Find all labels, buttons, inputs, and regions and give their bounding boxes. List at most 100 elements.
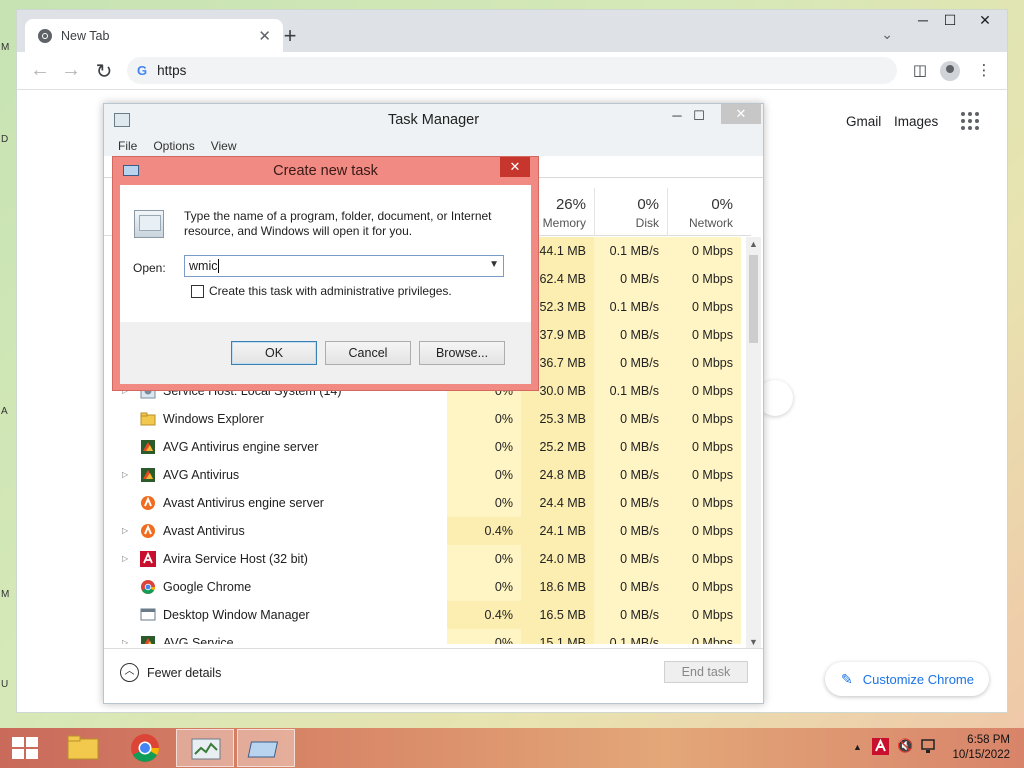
tab-search-icon[interactable]: ⌄ bbox=[881, 26, 893, 43]
chrome-toolbar: ← → ↻ G https ◫ ⋮ bbox=[17, 52, 1007, 90]
menu-icon[interactable]: ⋮ bbox=[973, 61, 995, 79]
volume-muted-icon[interactable]: 🔇 bbox=[897, 738, 913, 754]
side-panel-icon[interactable]: ◫ bbox=[909, 61, 931, 79]
minimize-button[interactable]: ─ bbox=[908, 12, 938, 28]
fewer-details-button[interactable]: ︿ Fewer details bbox=[120, 663, 221, 682]
back-icon[interactable]: ← bbox=[28, 59, 52, 82]
end-task-button[interactable]: End task bbox=[664, 661, 748, 683]
ok-button[interactable]: OK bbox=[231, 341, 317, 365]
taskbar-task-manager[interactable] bbox=[176, 729, 234, 767]
disk-cell: 0 MB/s bbox=[594, 433, 667, 461]
process-list-scrollbar[interactable]: ▲ ▼ bbox=[746, 237, 761, 649]
taskbar: ▲ 🔇 6:58 PM 10/15/2022 bbox=[0, 728, 1024, 768]
dialog-titlebar[interactable]: Create new task ✕ bbox=[113, 157, 538, 185]
open-combobox[interactable]: wmic ▼ bbox=[184, 255, 504, 277]
col-header-disk[interactable]: 0% Disk bbox=[594, 188, 667, 236]
process-name: Avast Antivirus engine server bbox=[163, 496, 324, 510]
cpu-cell: 0% bbox=[447, 405, 521, 433]
avira-tray-icon[interactable] bbox=[872, 738, 889, 755]
pencil-icon: ✎ bbox=[841, 670, 853, 687]
scroll-thumb[interactable] bbox=[749, 255, 758, 343]
gmail-link[interactable]: Gmail bbox=[846, 114, 881, 129]
images-link[interactable]: Images bbox=[894, 114, 938, 129]
disk-cell: 0 MB/s bbox=[594, 405, 667, 433]
table-row[interactable]: ▷ Avira Service Host (32 bit) 0% 24.0 MB 0 M… bbox=[104, 545, 746, 573]
table-row[interactable]: AVG Antivirus engine server 0% 25.2 MB 0 MB… bbox=[104, 433, 746, 461]
menu-options[interactable]: Options bbox=[153, 139, 194, 153]
open-input-value[interactable]: wmic bbox=[189, 259, 217, 273]
table-row[interactable]: Desktop Window Manager 0.4% 16.5 MB 0 MB/s 0… bbox=[104, 601, 746, 629]
network-cell: 0 Mbps bbox=[667, 265, 741, 293]
avg-process-icon bbox=[140, 439, 156, 455]
expand-arrow-icon[interactable]: ▷ bbox=[122, 554, 128, 563]
tab-title: New Tab bbox=[61, 28, 110, 43]
cpu-cell: 0.4% bbox=[447, 517, 521, 545]
expand-arrow-icon[interactable]: ▷ bbox=[122, 638, 128, 644]
admin-privileges-checkbox[interactable]: Create this task with administrative pri… bbox=[191, 284, 452, 298]
maximize-button[interactable]: ☐ bbox=[935, 12, 965, 29]
profile-avatar[interactable] bbox=[940, 61, 960, 81]
tm-close-button[interactable]: ✕ bbox=[721, 104, 761, 124]
network-cell: 0 Mbps bbox=[667, 601, 741, 629]
show-hidden-icons[interactable]: ▲ bbox=[853, 742, 862, 752]
apps-grid-icon[interactable] bbox=[961, 112, 979, 130]
chrome-tab-strip: New Tab ✕ + ⌄ ─ ☐ ✕ bbox=[17, 10, 1007, 52]
network-cell: 0 Mbps bbox=[667, 433, 741, 461]
address-bar[interactable]: G https bbox=[127, 57, 897, 84]
reload-icon[interactable]: ↻ bbox=[92, 59, 116, 84]
system-clock[interactable]: 6:58 PM 10/15/2022 bbox=[952, 733, 1010, 763]
col-header-network[interactable]: 0% Network bbox=[667, 188, 741, 236]
checkbox-box[interactable] bbox=[191, 284, 204, 298]
memory-cell: 25.2 MB bbox=[521, 433, 594, 461]
dialog-close-button[interactable]: ✕ bbox=[500, 157, 530, 177]
table-row[interactable]: Google Chrome 0% 18.6 MB 0 MB/s 0 Mbps bbox=[104, 573, 746, 601]
close-button[interactable]: ✕ bbox=[970, 12, 1000, 29]
browse-button[interactable]: Browse... bbox=[419, 341, 505, 365]
network-cell: 0 Mbps bbox=[667, 545, 741, 573]
taskbar-file-explorer[interactable] bbox=[54, 729, 112, 767]
table-row[interactable]: ▷ AVG Antivirus 0% 24.8 MB 0 MB/s 0 Mbps bbox=[104, 461, 746, 489]
disk-cell: 0.1 MB/s bbox=[594, 237, 667, 265]
desktop-icon-label: M bbox=[1, 589, 10, 600]
avast-process-icon bbox=[140, 495, 156, 511]
network-cell: 0 Mbps bbox=[667, 349, 741, 377]
expand-arrow-icon[interactable]: ▷ bbox=[122, 526, 128, 535]
table-row[interactable]: Windows Explorer 0% 25.3 MB 0 MB/s 0 Mbps bbox=[104, 405, 746, 433]
taskbar-run-dialog[interactable] bbox=[237, 729, 295, 767]
new-tab-button[interactable]: + bbox=[278, 23, 302, 49]
table-row[interactable]: Avast Antivirus engine server 0% 24.4 MB 0 … bbox=[104, 489, 746, 517]
windows-start-icon[interactable] bbox=[12, 737, 38, 759]
col-network-pct: 0% bbox=[711, 196, 733, 213]
network-cell: 0 Mbps bbox=[667, 573, 741, 601]
customize-label: Customize Chrome bbox=[862, 671, 974, 687]
table-row[interactable]: ▷ AVG Service 0% 15.1 MB 0.1 MB/s 0 Mbps bbox=[104, 629, 746, 644]
customize-chrome-button[interactable]: ✎ Customize Chrome bbox=[825, 662, 989, 696]
address-text[interactable]: https bbox=[157, 63, 186, 78]
folder-icon bbox=[67, 735, 99, 760]
taskbar-chrome[interactable] bbox=[116, 729, 174, 767]
disk-cell: 0 MB/s bbox=[594, 461, 667, 489]
tab-close-icon[interactable]: ✕ bbox=[258, 27, 271, 45]
scroll-up-icon[interactable]: ▲ bbox=[746, 239, 761, 249]
tab-new-tab[interactable]: New Tab ✕ bbox=[25, 19, 283, 52]
menu-view[interactable]: View bbox=[211, 139, 237, 153]
cancel-button[interactable]: Cancel bbox=[325, 341, 411, 365]
tm-maximize-button[interactable]: ☐ bbox=[685, 108, 713, 124]
disk-cell: 0 MB/s bbox=[594, 265, 667, 293]
network-icon[interactable] bbox=[920, 738, 938, 755]
process-name: Google Chrome bbox=[163, 580, 252, 594]
col-disk-label: Disk bbox=[635, 216, 659, 230]
dialog-description: Type the name of a program, folder, docu… bbox=[184, 209, 492, 238]
table-row[interactable]: ▷ Avast Antivirus 0.4% 24.1 MB 0 MB/s 0 Mbps bbox=[104, 517, 746, 545]
cpu-cell: 0% bbox=[447, 573, 521, 601]
cpu-cell: 0% bbox=[447, 489, 521, 517]
open-label: Open: bbox=[133, 261, 166, 275]
menu-file[interactable]: File bbox=[118, 139, 137, 153]
forward-icon[interactable]: → bbox=[59, 59, 83, 82]
memory-cell: 24.0 MB bbox=[521, 545, 594, 573]
cpu-cell: 0% bbox=[447, 545, 521, 573]
expand-arrow-icon[interactable]: ▷ bbox=[122, 470, 128, 479]
chevron-down-icon[interactable]: ▼ bbox=[489, 259, 499, 270]
scroll-down-icon[interactable]: ▼ bbox=[746, 637, 761, 647]
task-manager-titlebar[interactable]: Task Manager ─ ☐ ✕ bbox=[104, 104, 763, 136]
